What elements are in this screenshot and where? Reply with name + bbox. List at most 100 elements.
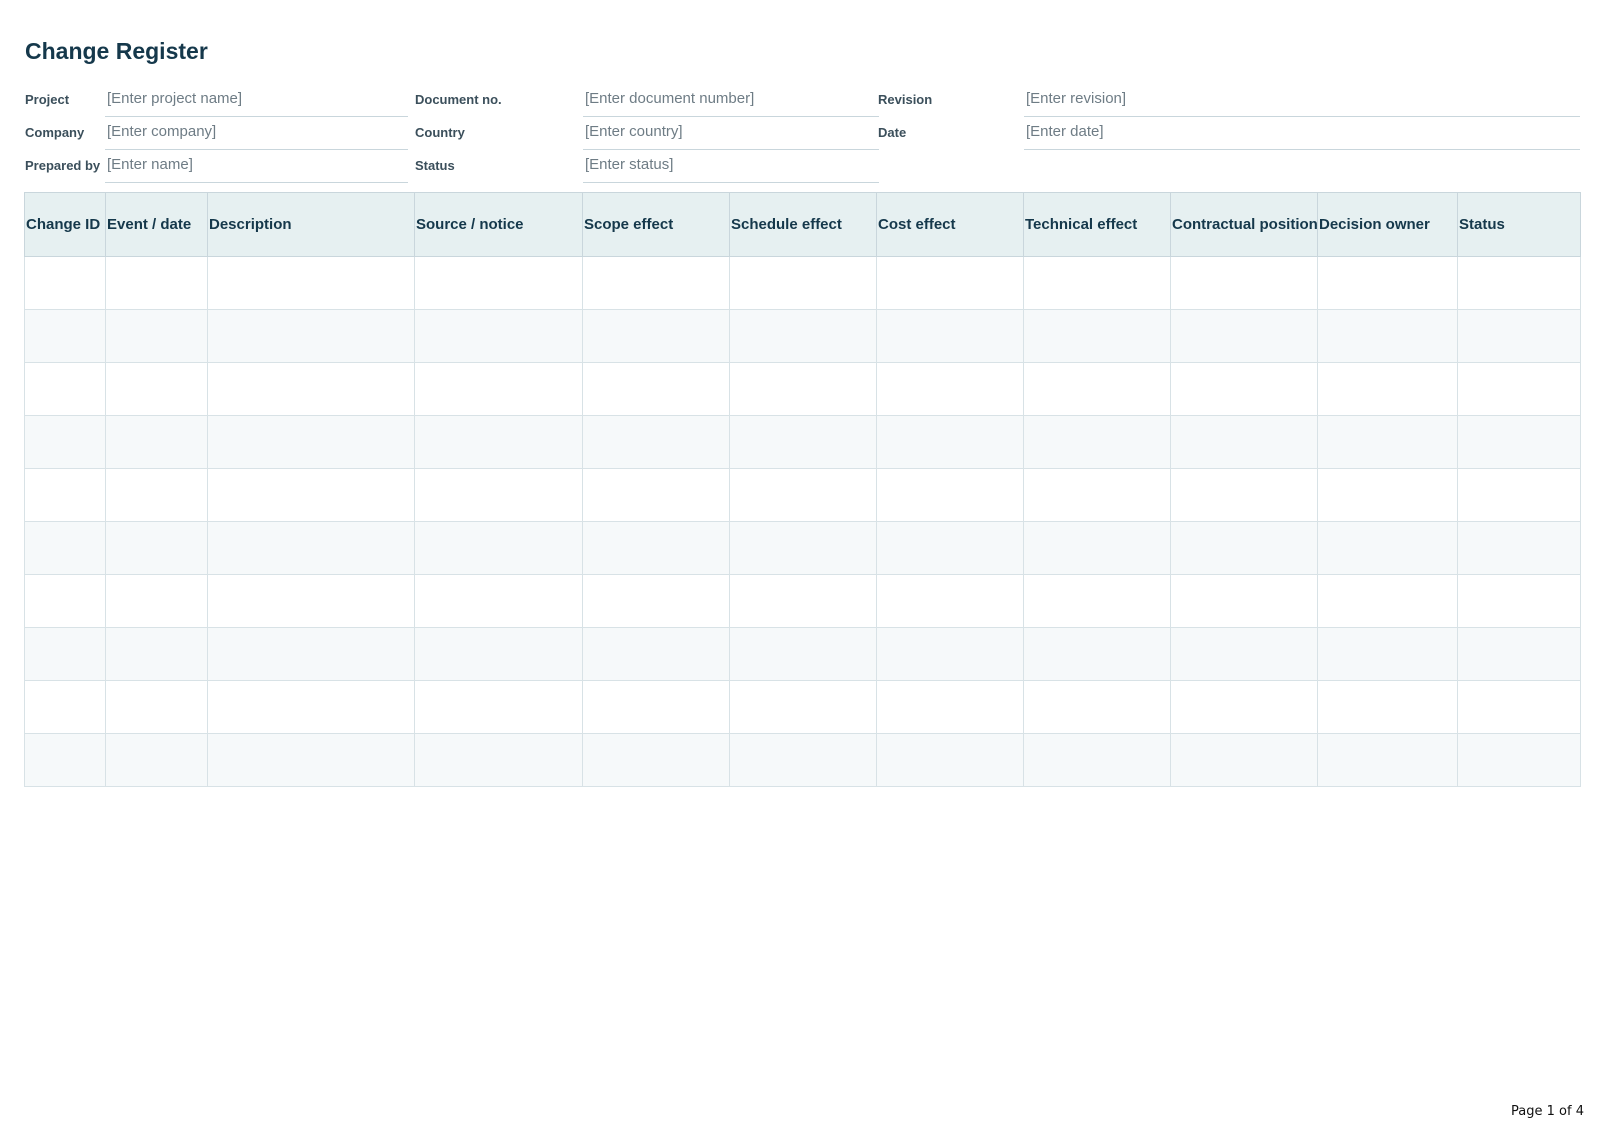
table-cell[interactable] — [105, 733, 208, 787]
table-cell[interactable] — [876, 415, 1024, 469]
table-cell[interactable] — [105, 627, 208, 681]
table-cell[interactable] — [876, 680, 1024, 734]
table-cell[interactable] — [414, 468, 583, 522]
table-cell[interactable] — [876, 362, 1024, 416]
table-cell[interactable] — [1317, 468, 1458, 522]
table-cell[interactable] — [582, 574, 730, 628]
country-field[interactable]: [Enter country] — [583, 123, 879, 150]
table-cell[interactable] — [876, 309, 1024, 363]
table-cell[interactable] — [414, 574, 583, 628]
table-cell[interactable] — [207, 362, 415, 416]
table-cell[interactable] — [1170, 733, 1318, 787]
table-cell[interactable] — [105, 362, 208, 416]
table-cell[interactable] — [582, 468, 730, 522]
table-cell[interactable] — [105, 680, 208, 734]
table-cell[interactable] — [207, 256, 415, 310]
table-cell[interactable] — [729, 468, 877, 522]
table-cell[interactable] — [24, 680, 106, 734]
table-cell[interactable] — [876, 574, 1024, 628]
table-cell[interactable] — [414, 733, 583, 787]
table-cell[interactable] — [24, 468, 106, 522]
table-cell[interactable] — [1023, 627, 1171, 681]
company-field[interactable]: [Enter company] — [105, 123, 408, 150]
table-cell[interactable] — [1457, 521, 1581, 575]
table-cell[interactable] — [1170, 574, 1318, 628]
table-cell[interactable] — [1023, 680, 1171, 734]
table-cell[interactable] — [1317, 680, 1458, 734]
table-cell[interactable] — [1457, 309, 1581, 363]
table-cell[interactable] — [414, 521, 583, 575]
table-cell[interactable] — [1170, 415, 1318, 469]
table-cell[interactable] — [582, 415, 730, 469]
date-field[interactable]: [Enter date] — [1024, 123, 1580, 150]
table-cell[interactable] — [24, 574, 106, 628]
table-cell[interactable] — [1023, 521, 1171, 575]
table-cell[interactable] — [1457, 256, 1581, 310]
table-cell[interactable] — [24, 521, 106, 575]
table-cell[interactable] — [1317, 627, 1458, 681]
prepared-by-field[interactable]: [Enter name] — [105, 156, 408, 183]
table-cell[interactable] — [207, 574, 415, 628]
table-cell[interactable] — [1457, 468, 1581, 522]
table-cell[interactable] — [1457, 415, 1581, 469]
table-cell[interactable] — [207, 415, 415, 469]
table-cell[interactable] — [414, 362, 583, 416]
table-cell[interactable] — [582, 627, 730, 681]
table-cell[interactable] — [729, 733, 877, 787]
table-cell[interactable] — [414, 627, 583, 681]
table-cell[interactable] — [729, 627, 877, 681]
table-cell[interactable] — [207, 627, 415, 681]
status-field[interactable]: [Enter status] — [583, 156, 879, 183]
table-cell[interactable] — [1317, 309, 1458, 363]
revision-field[interactable]: [Enter revision] — [1024, 90, 1580, 117]
table-cell[interactable] — [24, 256, 106, 310]
table-cell[interactable] — [207, 468, 415, 522]
document-no-field[interactable]: [Enter document number] — [583, 90, 879, 117]
table-cell[interactable] — [1457, 362, 1581, 416]
table-cell[interactable] — [582, 256, 730, 310]
table-cell[interactable] — [1023, 362, 1171, 416]
table-cell[interactable] — [582, 733, 730, 787]
table-cell[interactable] — [582, 362, 730, 416]
table-cell[interactable] — [729, 574, 877, 628]
table-cell[interactable] — [207, 733, 415, 787]
table-cell[interactable] — [105, 468, 208, 522]
table-cell[interactable] — [876, 627, 1024, 681]
table-cell[interactable] — [414, 680, 583, 734]
table-cell[interactable] — [1023, 415, 1171, 469]
table-cell[interactable] — [1457, 627, 1581, 681]
table-cell[interactable] — [1457, 733, 1581, 787]
table-cell[interactable] — [1317, 362, 1458, 416]
table-cell[interactable] — [24, 733, 106, 787]
table-cell[interactable] — [207, 680, 415, 734]
table-cell[interactable] — [24, 415, 106, 469]
project-field[interactable]: [Enter project name] — [105, 90, 408, 117]
table-cell[interactable] — [1317, 733, 1458, 787]
table-cell[interactable] — [105, 574, 208, 628]
table-cell[interactable] — [24, 309, 106, 363]
table-cell[interactable] — [1457, 680, 1581, 734]
table-cell[interactable] — [1023, 309, 1171, 363]
table-cell[interactable] — [1317, 574, 1458, 628]
table-cell[interactable] — [729, 521, 877, 575]
table-cell[interactable] — [24, 362, 106, 416]
table-cell[interactable] — [105, 521, 208, 575]
table-cell[interactable] — [582, 521, 730, 575]
table-cell[interactable] — [1170, 256, 1318, 310]
table-cell[interactable] — [729, 415, 877, 469]
table-cell[interactable] — [1170, 309, 1318, 363]
table-cell[interactable] — [414, 256, 583, 310]
table-cell[interactable] — [1023, 468, 1171, 522]
table-cell[interactable] — [207, 309, 415, 363]
table-cell[interactable] — [876, 521, 1024, 575]
table-cell[interactable] — [1023, 256, 1171, 310]
table-cell[interactable] — [1317, 415, 1458, 469]
table-cell[interactable] — [582, 680, 730, 734]
table-cell[interactable] — [414, 309, 583, 363]
table-cell[interactable] — [876, 256, 1024, 310]
table-cell[interactable] — [1317, 521, 1458, 575]
table-cell[interactable] — [1457, 574, 1581, 628]
table-cell[interactable] — [24, 627, 106, 681]
table-cell[interactable] — [1023, 574, 1171, 628]
table-cell[interactable] — [729, 680, 877, 734]
